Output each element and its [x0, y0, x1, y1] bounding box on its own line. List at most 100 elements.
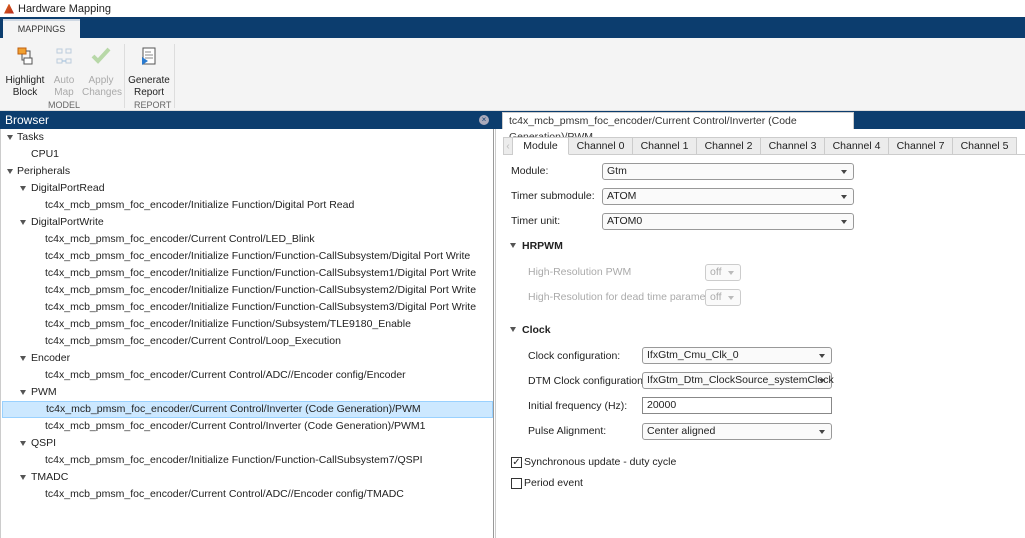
clock-section-toggle[interactable]: Clock [510, 324, 551, 336]
collapse-icon [510, 243, 516, 248]
tree-node[interactable]: PWM [2, 384, 493, 401]
report-icon [142, 47, 156, 65]
expand-arrow-icon[interactable] [20, 390, 26, 395]
clock-config-dropdown[interactable]: IfxGtm_Cmu_Clk_0 [642, 347, 832, 364]
group-separator [124, 44, 125, 108]
tree-node[interactable]: CPU1 [2, 146, 493, 163]
tree-leaf-item[interactable]: tc4x_mcb_pmsm_foc_encoder/Initialize Fun… [2, 316, 493, 333]
tree-leaf-item[interactable]: tc4x_mcb_pmsm_foc_encoder/Current Contro… [2, 367, 493, 384]
tree-item-label: Encoder [31, 352, 71, 364]
collapse-icon [510, 327, 516, 332]
tree-leaf-item[interactable]: tc4x_mcb_pmsm_foc_encoder/Current Contro… [2, 333, 493, 350]
tree-item-label: tc4x_mcb_pmsm_foc_encoder/Initialize Fun… [45, 284, 477, 296]
tree-item-label: tc4x_mcb_pmsm_foc_encoder/Current Contro… [46, 403, 421, 415]
apply-changes-button[interactable]: Apply Changes [82, 46, 122, 99]
generate-report-button[interactable]: Generate Report [128, 46, 170, 99]
hr-pwm-label: High-Resolution PWM [528, 266, 632, 278]
expand-arrow-icon[interactable] [20, 220, 26, 225]
tree-leaf-item[interactable]: tc4x_mcb_pmsm_foc_encoder/Initialize Fun… [2, 197, 493, 214]
initial-frequency-input[interactable]: 20000 [642, 397, 832, 414]
window-title: Hardware Mapping [18, 2, 111, 15]
period-event-label: Period event [524, 477, 583, 489]
hr-dead-time-dropdown[interactable]: off [705, 289, 741, 306]
tab-block-path[interactable]: tc4x_mcb_pmsm_foc_encoder/Current Contro… [502, 112, 854, 143]
chevron-down-icon [819, 430, 825, 434]
tree-leaf-item[interactable]: tc4x_mcb_pmsm_foc_encoder/Initialize Fun… [2, 452, 493, 469]
period-event-checkbox[interactable] [511, 478, 522, 489]
tree-node[interactable]: TMADC [2, 469, 493, 486]
checkmark-icon: ✓ [512, 457, 521, 468]
chevron-down-icon [841, 195, 847, 199]
tree-item-label: tc4x_mcb_pmsm_foc_encoder/Initialize Fun… [45, 454, 423, 466]
tab-channel-0[interactable]: Channel 0 [569, 137, 633, 155]
auto-map-button[interactable]: Auto Map [50, 46, 78, 99]
tree-leaf-item[interactable]: tc4x_mcb_pmsm_foc_encoder/Initialize Fun… [2, 248, 493, 265]
tree-node[interactable]: Tasks [2, 129, 493, 146]
sync-update-checkbox[interactable]: ✓ [511, 457, 522, 468]
ribbon-tabstrip [0, 17, 1025, 38]
tree-node[interactable]: Encoder [2, 350, 493, 367]
tab-mappings[interactable]: MAPPINGS [3, 19, 80, 39]
pulse-alignment-dropdown[interactable]: Center aligned [642, 423, 832, 440]
timer-unit-label: Timer unit: [511, 215, 561, 227]
tree-leaf-item[interactable]: tc4x_mcb_pmsm_foc_encoder/Initialize Fun… [2, 265, 493, 282]
tree-item-label: PWM [31, 386, 57, 398]
dtm-clock-dropdown[interactable]: IfxGtm_Dtm_ClockSource_systemClock [642, 372, 834, 389]
tree-item-label: tc4x_mcb_pmsm_foc_encoder/Initialize Fun… [45, 199, 355, 211]
highlight-block-icon [17, 47, 33, 65]
tree-item-label: tc4x_mcb_pmsm_foc_encoder/Initialize Fun… [45, 318, 411, 330]
timer-unit-dropdown[interactable]: ATOM0 [602, 213, 854, 230]
tree-leaf-item[interactable]: tc4x_mcb_pmsm_foc_encoder/Current Contro… [2, 486, 493, 503]
tree-leaf-item[interactable]: tc4x_mcb_pmsm_foc_encoder/Initialize Fun… [2, 282, 493, 299]
tree-item-label: QSPI [31, 437, 57, 449]
tree-node[interactable]: DigitalPortWrite [2, 214, 493, 231]
tree-item-label: Tasks [17, 131, 44, 143]
tab-channel-7[interactable]: Channel 7 [889, 137, 953, 155]
timer-submodule-dropdown[interactable]: ATOM [602, 188, 854, 205]
tree-leaf-item[interactable]: tc4x_mcb_pmsm_foc_encoder/Current Contro… [2, 418, 493, 435]
expand-arrow-icon[interactable] [7, 169, 13, 174]
expand-arrow-icon[interactable] [20, 186, 26, 191]
expand-arrow-icon[interactable] [20, 441, 26, 446]
tab-channel-1[interactable]: Channel 1 [633, 137, 697, 155]
tab-module[interactable]: Module [513, 137, 569, 155]
tree-item-label: tc4x_mcb_pmsm_foc_encoder/Initialize Fun… [45, 301, 477, 313]
tree-node[interactable]: QSPI [2, 435, 493, 452]
clock-config-label: Clock configuration: [528, 350, 621, 362]
tree-item-label: Peripherals [17, 165, 71, 177]
expand-arrow-icon[interactable] [20, 356, 26, 361]
auto-map-icon [56, 48, 72, 64]
tree-leaf-item[interactable]: tc4x_mcb_pmsm_foc_encoder/Current Contro… [2, 231, 493, 248]
tree-leaf-item[interactable]: tc4x_mcb_pmsm_foc_encoder/Initialize Fun… [2, 299, 493, 316]
browser-tree: Tasks CPU1 Peripherals DigitalPortRead tc4x_… [0, 129, 494, 538]
tree-leaf-item[interactable]: tc4x_mcb_pmsm_foc_encoder/Current Contro… [2, 401, 493, 418]
sync-update-label: Synchronous update - duty cycle [524, 456, 677, 468]
timer-submodule-label: Timer submodule: [511, 190, 595, 202]
tree-item-label: tc4x_mcb_pmsm_foc_encoder/Initialize Fun… [45, 267, 477, 279]
highlight-block-button[interactable]: Highlight Block [5, 46, 45, 99]
tab-channel-2[interactable]: Channel 2 [697, 137, 761, 155]
expand-arrow-icon[interactable] [7, 135, 13, 140]
tree-item-label: DigitalPortWrite [31, 216, 104, 228]
initial-frequency-label: Initial frequency (Hz): [528, 400, 628, 412]
tab-channel-4[interactable]: Channel 4 [825, 137, 889, 155]
tree-item-label: CPU1 [31, 148, 60, 160]
tree-item-label: tc4x_mcb_pmsm_foc_encoder/Current Contro… [45, 335, 341, 347]
channel-tabs: ‹ Module Channel 0 Channel 1 Channel 2 Chann… [503, 137, 1025, 155]
hr-pwm-dropdown[interactable]: off [705, 264, 741, 281]
chevron-down-icon [841, 220, 847, 224]
hrpwm-section-toggle[interactable]: HRPWM [510, 240, 563, 252]
close-icon[interactable]: × [479, 115, 489, 125]
tab-channel-3[interactable]: Channel 3 [761, 137, 825, 155]
tree-item-label: DigitalPortRead [31, 182, 105, 194]
chevron-down-icon [841, 170, 847, 174]
tree-node[interactable]: DigitalPortRead [2, 180, 493, 197]
tree-item-label: tc4x_mcb_pmsm_foc_encoder/Initialize Fun… [45, 250, 471, 262]
tab-channel-5[interactable]: Channel 5 [953, 137, 1017, 155]
tree-node[interactable]: Peripherals [2, 163, 493, 180]
expand-arrow-icon[interactable] [20, 475, 26, 480]
tab-scroll-left-button[interactable]: ‹ [503, 137, 513, 155]
title-bar: Hardware Mapping [0, 0, 1025, 17]
matlab-logo-icon [4, 3, 14, 14]
module-dropdown[interactable]: Gtm [602, 163, 854, 180]
